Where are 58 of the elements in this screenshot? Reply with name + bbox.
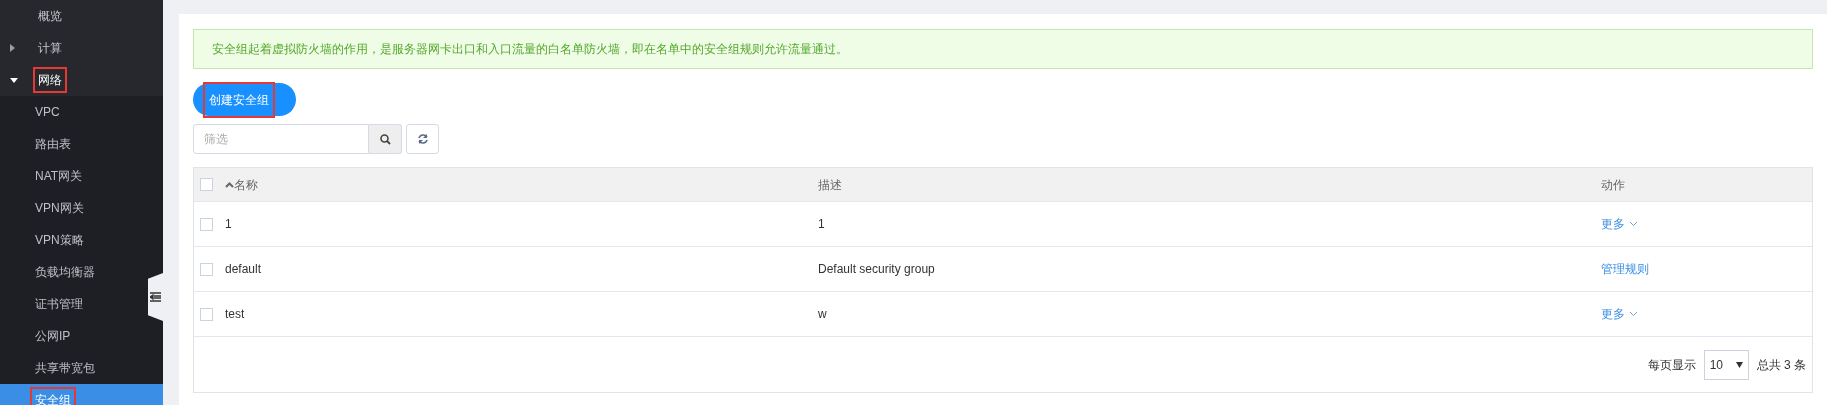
sidebar-item-label: 证书管理 [34, 296, 84, 313]
checkbox[interactable] [200, 262, 213, 276]
sidebar-item[interactable]: 网络 [0, 64, 163, 96]
checkbox[interactable] [200, 178, 213, 191]
search-button[interactable] [369, 124, 402, 154]
column-header[interactable]: 动作 [1601, 175, 1625, 194]
table-cell-text: 1 [225, 216, 233, 233]
column-header[interactable]: 名称 [234, 175, 258, 194]
page-size-select[interactable]: 10 [1703, 349, 1749, 380]
sidebar-item-label: VPN策略 [34, 232, 85, 249]
search-icon [379, 133, 391, 145]
sidebar-item-label: 概览 [37, 8, 63, 25]
table-cell-text: test [225, 306, 246, 323]
sidebar-item[interactable]: 负载均衡器 [0, 256, 148, 288]
sidebar-item-label: 共享带宽包 [34, 360, 96, 377]
sidebar-item[interactable]: 计算 [0, 32, 163, 64]
table-cell-text: 1 [818, 216, 826, 233]
sidebar-item-label: 计算 [37, 40, 63, 57]
checkbox[interactable] [200, 217, 213, 231]
sidebar-item[interactable]: 证书管理 [0, 288, 148, 320]
sort-up-icon [225, 181, 234, 188]
sidebar-item-label: VPC [34, 104, 61, 121]
refresh-button[interactable] [406, 124, 439, 154]
chevron-down-icon [1629, 311, 1638, 317]
info-alert: 安全组起着虚拟防火墙的作用，是服务器网卡出口和入口流量的白名单防火墙，即在名单中的安全组规则允许流量通过。 [193, 29, 1813, 69]
caret-down-icon [1735, 361, 1743, 368]
sidebar-item[interactable]: 概览 [0, 0, 163, 32]
sidebar-item[interactable]: 路由表 [0, 128, 148, 160]
sidebar-item-label: VPN网关 [34, 200, 85, 217]
sidebar-item-label: 公网IP [34, 328, 72, 345]
checkbox[interactable] [200, 307, 213, 321]
collapse-icon [150, 292, 161, 302]
filter-field[interactable]: 筛选 [193, 124, 369, 154]
manage-rules-link[interactable]: 管理规则 [1601, 260, 1649, 278]
sidebar-item[interactable]: 共享带宽包 [0, 352, 148, 384]
per-page-label: 每页显示 [1647, 356, 1696, 374]
more-dropdown[interactable]: 更多 [1601, 305, 1638, 323]
caret-right-icon [10, 44, 15, 52]
table-cell-text: w [818, 306, 828, 323]
refresh-icon [416, 133, 429, 145]
chevron-down-icon [1629, 221, 1638, 227]
table-cell-text: default [225, 261, 263, 278]
sidebar-item-label: 路由表 [34, 136, 72, 153]
sidebar-item-label: 安全组 [32, 389, 74, 405]
more-dropdown[interactable]: 更多 [1601, 215, 1638, 233]
sidebar-item[interactable]: VPN策略 [0, 224, 148, 256]
caret-down-icon [10, 77, 18, 83]
total-count: 总共 3 条 [1756, 356, 1806, 374]
sidebar-item[interactable]: VPC [0, 96, 148, 128]
sidebar-item-label: 网络 [35, 69, 65, 91]
sidebar-item-label: NAT网关 [34, 168, 84, 185]
table-cell-text: Default security group [818, 261, 936, 278]
sidebar-item[interactable]: NAT网关 [0, 160, 148, 192]
column-header[interactable]: 描述 [818, 175, 1601, 194]
sidebar-item[interactable]: 公网IP [0, 320, 148, 352]
sidebar-item-label: 负载均衡器 [34, 264, 96, 281]
sidebar-item[interactable]: VPN网关 [0, 192, 148, 224]
collapse-handle[interactable] [148, 273, 163, 321]
